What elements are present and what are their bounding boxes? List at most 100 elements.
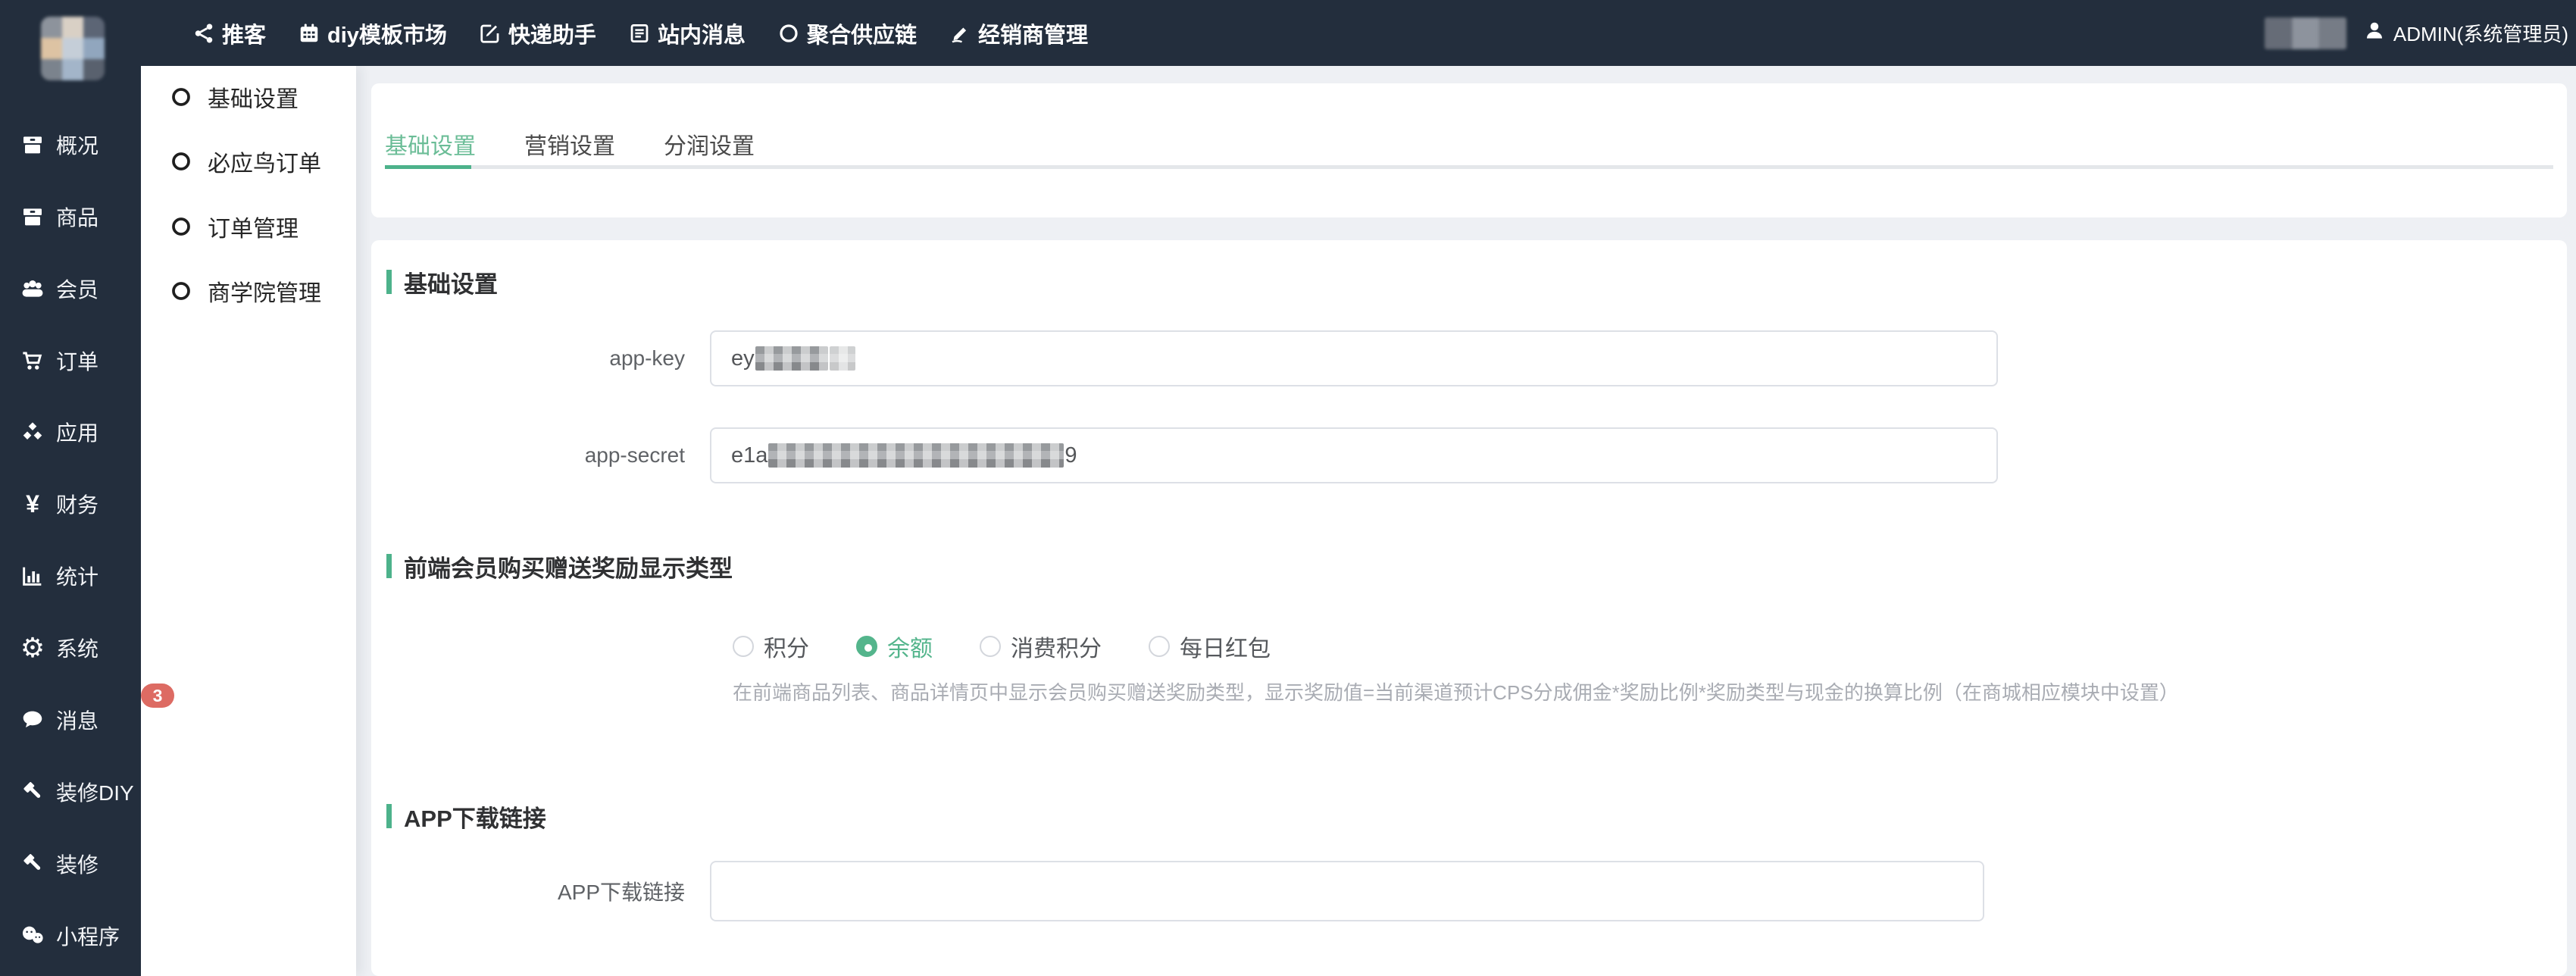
radio-circle[interactable] — [1149, 636, 1170, 657]
sidebar-item-goods[interactable]: 商品 — [0, 200, 141, 233]
reward-help-text: 在前端商品列表、商品详情页中显示会员购买赠送奖励类型，显示奖励值=当前渠道预计C… — [733, 677, 2179, 705]
sidebar-item-decorate-diy[interactable]: 装修DIY — [0, 775, 141, 809]
goods-box-icon — [20, 204, 45, 230]
radio-label: 消费积分 — [1011, 630, 1102, 663]
sidebar-item-label: 装修DIY — [56, 777, 134, 807]
nav-item-express-helper[interactable]: 快递助手 — [479, 17, 596, 49]
app-secret-redacted-value — [768, 443, 1064, 468]
radio-label: 余额 — [887, 630, 933, 663]
sidebar-item-system[interactable]: ⚙ 系统 — [0, 631, 141, 665]
app-secret-value-suffix: 9 — [1064, 443, 1077, 468]
app-key-redacted-value — [755, 346, 828, 371]
sidebar: 概况 商品 会员 订单 应用 ¥ 财务 统计 ⚙ 系统 消息 3 装修DIY — [0, 0, 141, 976]
topnav: 推客 diy模板市场 快递助手 站内消息 聚合供应链 经销商管理 — [192, 0, 1088, 66]
radio-points[interactable]: 积分 — [733, 630, 809, 663]
sidebar-item-members[interactable]: 会员 — [0, 272, 141, 305]
nav-item-supply-chain[interactable]: 聚合供应链 — [777, 17, 917, 49]
cart-icon — [20, 348, 45, 374]
nav-label: diy模板市场 — [327, 17, 447, 49]
section-title: APP下载链接 — [404, 799, 546, 834]
section-title: 前端会员购买赠送奖励显示类型 — [404, 549, 733, 583]
app-download-label: APP下载链接 — [371, 876, 685, 906]
sidebar-item-decorate[interactable]: 装修 — [0, 847, 141, 881]
nav-label: 聚合供应链 — [807, 17, 917, 49]
submenu-item-business-school[interactable]: 商学院管理 — [141, 274, 356, 308]
app-key-input[interactable]: ey — [710, 330, 1998, 386]
nav-label: 快递助手 — [508, 17, 596, 49]
nav-item-tuike[interactable]: 推客 — [192, 17, 266, 49]
sidebar-item-label: 消息 3 — [56, 705, 98, 735]
radio-circle[interactable] — [733, 636, 754, 657]
messages-count-badge: 3 — [141, 684, 174, 708]
tab-profit-settings[interactable]: 分润设置 — [664, 127, 755, 161]
sidebar-item-label: 会员 — [56, 274, 98, 304]
submenu-item-order-management[interactable]: 订单管理 — [141, 209, 356, 244]
sidebar-item-label: 概况 — [56, 130, 98, 160]
circle-icon — [170, 86, 192, 108]
members-icon — [20, 276, 45, 302]
nav-label: 站内消息 — [658, 17, 746, 49]
active-tab-indicator — [385, 165, 471, 169]
radio-daily-redpacket[interactable]: 每日红包 — [1149, 630, 1271, 663]
main-content: 基础设置 营销设置 分润设置 基础设置 app-key ey app-secre… — [356, 66, 2576, 976]
submenu-item-basic-settings[interactable]: 基础设置 — [141, 80, 356, 114]
sidebar-item-messages[interactable]: 消息 3 — [0, 703, 141, 737]
sidebar-item-finance[interactable]: ¥ 财务 — [0, 487, 141, 521]
settings-tabs: 基础设置 营销设置 分润设置 — [385, 127, 755, 161]
radio-consume-points[interactable]: 消费积分 — [980, 630, 1102, 663]
reward-type-radio-group: 积分 余额 消费积分 每日红包 — [733, 630, 1271, 663]
section-title: 基础设置 — [404, 265, 498, 299]
section-accent-bar — [386, 804, 392, 828]
section-app-download: APP下载链接 — [386, 803, 546, 829]
topbar-right: ADMIN(系统管理员) — [2265, 0, 2568, 66]
section-accent-bar — [386, 270, 392, 294]
sidebar-item-overview[interactable]: 概况 — [0, 128, 141, 161]
edit-icon — [479, 22, 502, 45]
app-logo[interactable] — [41, 17, 105, 80]
radio-circle-selected[interactable] — [856, 636, 877, 657]
nav-item-dealer-management[interactable]: 经销商管理 — [949, 17, 1088, 49]
app-secret-row: app-secret e1a9 — [371, 427, 1998, 483]
share-icon — [192, 22, 215, 45]
sidebar-item-label: 统计 — [56, 561, 98, 591]
sidebar-item-label: 装修 — [56, 849, 98, 879]
app-secret-label: app-secret — [371, 443, 685, 468]
admin-menu[interactable]: ADMIN(系统管理员) — [2363, 19, 2568, 47]
sidebar-item-label: 商品 — [56, 202, 98, 232]
nav-item-site-messages[interactable]: 站内消息 — [628, 17, 746, 49]
pen-icon — [949, 22, 971, 45]
gavel-icon — [20, 851, 45, 877]
app-secret-input[interactable]: e1a9 — [710, 427, 1998, 483]
tab-marketing-settings[interactable]: 营销设置 — [524, 127, 615, 161]
sidebar-item-miniprogram[interactable]: 小程序 — [0, 919, 141, 953]
sidebar-item-statistics[interactable]: 统计 — [0, 559, 141, 593]
bar-chart-icon — [20, 563, 45, 589]
submenu-item-label: 必应鸟订单 — [208, 145, 321, 178]
message-list-icon — [628, 22, 651, 45]
settings-form-card: 基础设置 app-key ey app-secret e1a9 前端会员购买赠送… — [371, 240, 2567, 976]
ring-icon — [777, 22, 800, 45]
section-accent-bar — [386, 554, 392, 578]
sidebar-item-label: 小程序 — [56, 921, 120, 951]
app-key-redacted-tail — [830, 346, 855, 371]
sidebar-item-orders[interactable]: 订单 — [0, 344, 141, 377]
app-key-row: app-key ey — [371, 330, 1998, 386]
radio-label: 每日红包 — [1180, 630, 1271, 663]
radio-circle[interactable] — [980, 636, 1001, 657]
sidebar-item-label: 系统 — [56, 633, 98, 663]
submenu-item-label: 订单管理 — [208, 210, 299, 243]
app-key-value: ey — [731, 346, 755, 371]
tab-basic-settings[interactable]: 基础设置 — [385, 127, 476, 161]
overview-box-icon — [20, 132, 45, 158]
submenu-item-biyingbird-orders[interactable]: 必应鸟订单 — [141, 144, 356, 179]
comment-icon — [20, 707, 45, 733]
yen-icon: ¥ — [20, 491, 45, 517]
shop-name-redacted — [2265, 17, 2346, 49]
sidebar-item-apps[interactable]: 应用 — [0, 415, 141, 449]
nav-label: 经销商管理 — [978, 17, 1088, 49]
gavel-icon — [20, 779, 45, 805]
nav-item-diy-market[interactable]: diy模板市场 — [298, 17, 447, 49]
app-download-input[interactable] — [710, 861, 1984, 921]
radio-label: 积分 — [764, 630, 809, 663]
radio-balance[interactable]: 余额 — [856, 630, 933, 663]
